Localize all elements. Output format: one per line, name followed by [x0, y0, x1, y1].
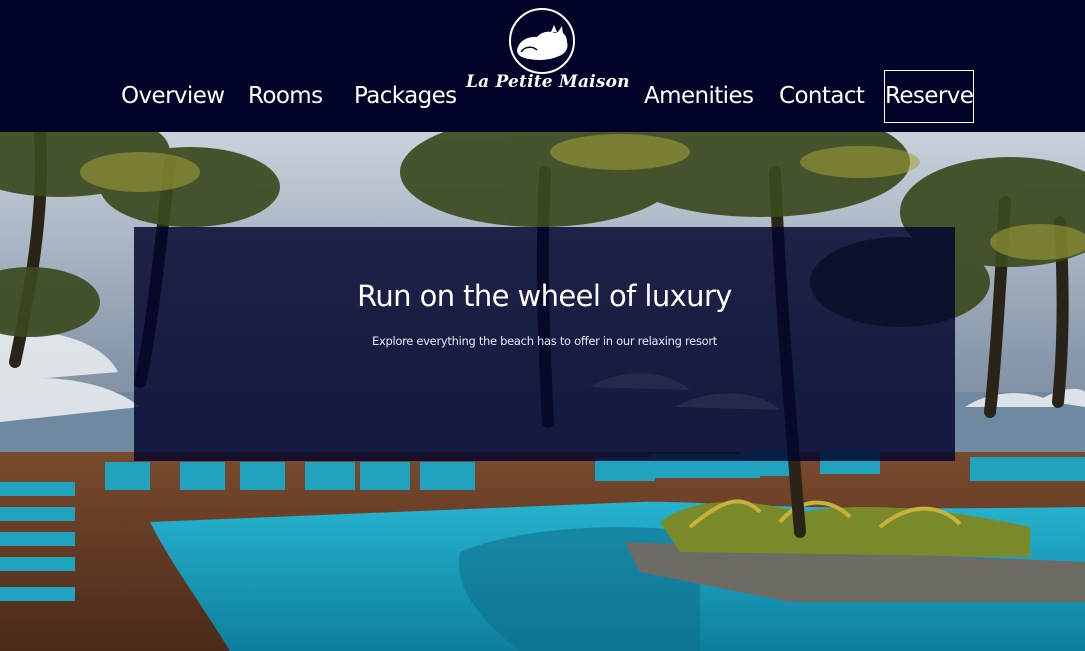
sleeping-cat-icon	[509, 8, 575, 74]
nav-packages-link[interactable]: Packages	[354, 78, 457, 114]
nav-rooms-link[interactable]: Rooms	[248, 78, 323, 114]
hero-title: Run on the wheel of luxury	[357, 279, 732, 313]
nav-overview-link[interactable]: Overview	[121, 78, 225, 114]
logo-text: La Petite Maison	[466, 72, 630, 92]
reserve-button[interactable]: Reserve	[884, 70, 974, 123]
hero-banner: Run on the wheel of luxury Explore every…	[134, 227, 955, 461]
site-logo[interactable]: La Petite Maison	[466, 4, 630, 108]
nav-amenities-link[interactable]: Amenities	[644, 78, 754, 114]
nav-contact-link[interactable]: Contact	[779, 78, 865, 114]
hero-subtitle: Explore everything the beach has to offe…	[371, 334, 718, 348]
hero-section: Run on the wheel of luxury Explore every…	[0, 132, 1085, 651]
site-header: Overview Rooms Packages La Petite Maison…	[0, 0, 1085, 132]
